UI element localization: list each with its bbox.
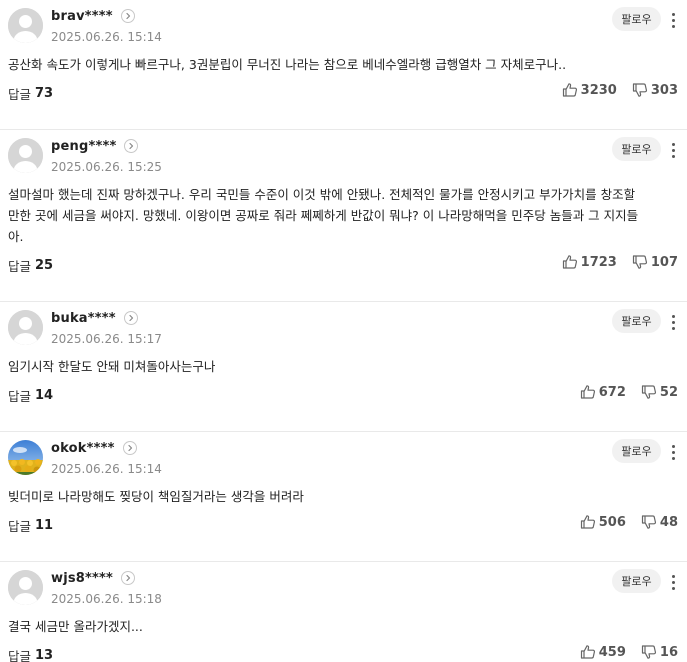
dislike-count: 48 bbox=[659, 514, 678, 530]
like-count: 672 bbox=[598, 384, 626, 400]
thumbs-down-icon bbox=[641, 515, 656, 529]
profile-chevron-icon[interactable] bbox=[120, 9, 135, 23]
dislike-button[interactable]: 303 bbox=[632, 82, 678, 98]
reply-button[interactable]: 답글 25 bbox=[8, 256, 53, 275]
reply-count: 73 bbox=[35, 86, 54, 101]
dislike-button[interactable]: 16 bbox=[641, 644, 678, 660]
profile-chevron-icon[interactable] bbox=[122, 441, 137, 455]
author-nickname[interactable]: buka**** bbox=[51, 311, 116, 326]
follow-button[interactable]: 팔로우 bbox=[612, 439, 661, 463]
dislike-count: 16 bbox=[659, 644, 678, 660]
profile-chevron-icon[interactable] bbox=[124, 139, 139, 153]
thumbs-up-icon bbox=[562, 255, 577, 269]
more-vertical-icon[interactable] bbox=[666, 310, 680, 334]
profile-chevron-icon[interactable] bbox=[123, 311, 138, 325]
author-row: brav**** bbox=[51, 8, 135, 24]
comment-text: 결국 세금만 올라가겠지... bbox=[8, 619, 143, 634]
like-button[interactable]: 672 bbox=[580, 384, 626, 400]
reply-label: 답글 bbox=[8, 87, 32, 102]
follow-button[interactable]: 팔로우 bbox=[612, 569, 661, 593]
sunflower-photo-avatar[interactable] bbox=[8, 440, 43, 475]
profile-chevron-icon[interactable] bbox=[121, 571, 136, 585]
vote-group: 506 48 bbox=[580, 514, 678, 530]
vote-group: 1723 107 bbox=[562, 254, 678, 270]
like-button[interactable]: 506 bbox=[580, 514, 626, 530]
comment-item: brav**** 2025.06.26. 15:14 팔로우 공산화 속도가 이… bbox=[0, 0, 687, 130]
dislike-count: 107 bbox=[650, 254, 678, 270]
comment-item: peng**** 2025.06.26. 15:25 팔로우 설마설마 했는데 … bbox=[0, 130, 687, 302]
more-vertical-icon[interactable] bbox=[666, 8, 680, 32]
comment-text: 빚더미로 나라망해도 찢당이 책임질거라는 생각을 버려라 bbox=[8, 489, 304, 504]
like-count: 3230 bbox=[580, 82, 617, 98]
vote-group: 3230 303 bbox=[562, 82, 678, 98]
reply-label: 답글 bbox=[8, 259, 32, 274]
dislike-button[interactable]: 48 bbox=[641, 514, 678, 530]
author-row: peng**** bbox=[51, 138, 139, 154]
comment-text: 공산화 속도가 이렇게나 빠르구나, 3권분립이 무너진 나라는 참으로 베네수… bbox=[8, 57, 567, 72]
reply-count: 11 bbox=[35, 518, 54, 533]
comment-timestamp: 2025.06.26. 15:18 bbox=[51, 592, 162, 606]
comment-timestamp: 2025.06.26. 15:14 bbox=[51, 462, 162, 476]
author-row: okok**** bbox=[51, 440, 137, 456]
author-nickname[interactable]: peng**** bbox=[51, 139, 116, 154]
more-vertical-icon[interactable] bbox=[666, 440, 680, 464]
default-avatar[interactable] bbox=[8, 570, 43, 605]
vote-group: 672 52 bbox=[580, 384, 678, 400]
like-count: 1723 bbox=[580, 254, 617, 270]
reply-label: 답글 bbox=[8, 519, 32, 534]
comment-item: wjs8**** 2025.06.26. 15:18 팔로우 결국 세금만 올라… bbox=[0, 562, 687, 662]
comment-list: brav**** 2025.06.26. 15:14 팔로우 공산화 속도가 이… bbox=[0, 0, 687, 662]
like-button[interactable]: 459 bbox=[580, 644, 626, 660]
comment-text: 임기시작 한달도 안돼 미쳐돌아사는구나 bbox=[8, 359, 216, 374]
thumbs-up-icon bbox=[562, 83, 577, 97]
author-row: buka**** bbox=[51, 310, 138, 326]
comment-timestamp: 2025.06.26. 15:25 bbox=[51, 160, 162, 174]
reply-label: 답글 bbox=[8, 649, 32, 662]
thumbs-down-icon bbox=[632, 83, 647, 97]
comment-text: 설마설마 했는데 진짜 망하겠구나. 우리 국민들 수준이 이것 밖에 안됐나.… bbox=[8, 187, 639, 244]
comment-timestamp: 2025.06.26. 15:17 bbox=[51, 332, 162, 346]
dislike-button[interactable]: 52 bbox=[641, 384, 678, 400]
thumbs-down-icon bbox=[641, 645, 656, 659]
reply-button[interactable]: 답글 11 bbox=[8, 516, 53, 535]
default-avatar[interactable] bbox=[8, 310, 43, 345]
like-button[interactable]: 1723 bbox=[562, 254, 617, 270]
reply-count: 25 bbox=[35, 258, 54, 273]
default-avatar[interactable] bbox=[8, 8, 43, 43]
reply-count: 14 bbox=[35, 388, 54, 403]
dislike-count: 303 bbox=[650, 82, 678, 98]
like-count: 506 bbox=[598, 514, 626, 530]
vote-group: 459 16 bbox=[580, 644, 678, 660]
dislike-button[interactable]: 107 bbox=[632, 254, 678, 270]
reply-button[interactable]: 답글 13 bbox=[8, 646, 53, 662]
thumbs-up-icon bbox=[580, 385, 595, 399]
author-nickname[interactable]: brav**** bbox=[51, 9, 113, 24]
dislike-count: 52 bbox=[659, 384, 678, 400]
default-avatar[interactable] bbox=[8, 138, 43, 173]
reply-button[interactable]: 답글 14 bbox=[8, 386, 53, 405]
reply-count: 13 bbox=[35, 648, 54, 662]
thumbs-up-icon bbox=[580, 645, 595, 659]
like-count: 459 bbox=[598, 644, 626, 660]
author-nickname[interactable]: wjs8**** bbox=[51, 571, 113, 586]
comment-timestamp: 2025.06.26. 15:14 bbox=[51, 30, 162, 44]
author-row: wjs8**** bbox=[51, 570, 136, 586]
reply-button[interactable]: 답글 73 bbox=[8, 84, 53, 103]
thumbs-up-icon bbox=[580, 515, 595, 529]
thumbs-down-icon bbox=[632, 255, 647, 269]
follow-button[interactable]: 팔로우 bbox=[612, 309, 661, 333]
more-vertical-icon[interactable] bbox=[666, 138, 680, 162]
thumbs-down-icon bbox=[641, 385, 656, 399]
reply-label: 답글 bbox=[8, 389, 32, 404]
comment-item: okok**** 2025.06.26. 15:14 팔로우 빚더미로 나라망해… bbox=[0, 432, 687, 562]
comment-item: buka**** 2025.06.26. 15:17 팔로우 임기시작 한달도 … bbox=[0, 302, 687, 432]
follow-button[interactable]: 팔로우 bbox=[612, 137, 661, 161]
like-button[interactable]: 3230 bbox=[562, 82, 617, 98]
follow-button[interactable]: 팔로우 bbox=[612, 7, 661, 31]
more-vertical-icon[interactable] bbox=[666, 570, 680, 594]
author-nickname[interactable]: okok**** bbox=[51, 441, 115, 456]
